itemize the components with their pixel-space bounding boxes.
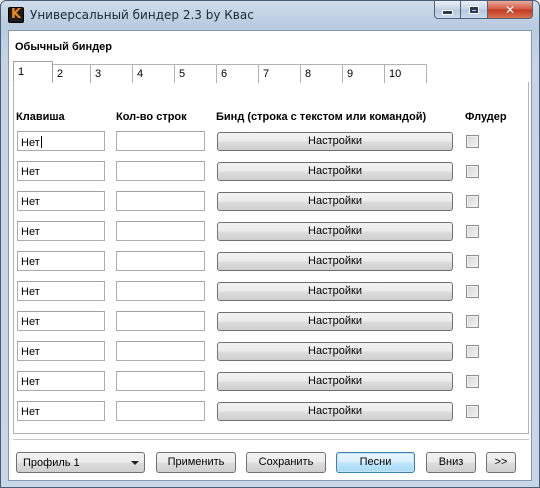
- line-count-field[interactable]: [116, 191, 205, 211]
- tab-10[interactable]: 10: [385, 64, 427, 83]
- line-count-field[interactable]: [116, 161, 205, 181]
- bind-row: Нет Настройки: [9, 371, 529, 393]
- bind-row: Нет Настройки: [9, 191, 529, 213]
- key-field[interactable]: Нет: [17, 161, 105, 181]
- close-icon: ✕: [504, 2, 516, 17]
- column-header-flooder: Флудер: [465, 111, 507, 123]
- bind-row: Нет Настройки: [9, 401, 529, 423]
- flooder-checkbox[interactable]: [466, 375, 479, 388]
- flooder-checkbox[interactable]: [466, 285, 479, 298]
- group-title: Обычный биндер: [15, 41, 113, 53]
- line-count-field[interactable]: [116, 371, 205, 391]
- close-button[interactable]: ✕: [488, 1, 533, 19]
- bind-row: Нет Настройки: [9, 251, 529, 273]
- line-count-field[interactable]: [116, 311, 205, 331]
- maximize-button[interactable]: [461, 1, 488, 19]
- key-field[interactable]: Нет: [17, 371, 105, 391]
- column-header-count: Кол-во строк: [116, 111, 187, 123]
- minimize-icon: [442, 9, 453, 15]
- settings-button[interactable]: Настройки: [217, 372, 453, 391]
- down-button[interactable]: Вниз: [426, 452, 476, 473]
- key-field[interactable]: Нет: [17, 131, 105, 151]
- profile-select[interactable]: Профиль 1: [16, 452, 145, 473]
- maximize-icon: [469, 5, 479, 14]
- flooder-checkbox[interactable]: [466, 345, 479, 358]
- tab-6[interactable]: 6: [217, 64, 259, 83]
- settings-button[interactable]: Настройки: [217, 192, 453, 211]
- tab-1[interactable]: 1: [13, 61, 53, 83]
- flooder-checkbox[interactable]: [466, 195, 479, 208]
- flooder-checkbox[interactable]: [466, 225, 479, 238]
- client-area: Обычный биндер 1 2 3 4 5 6 7 8 9 10 Клавиша Кол-в…: [8, 30, 532, 481]
- minimize-button[interactable]: [434, 1, 461, 19]
- bind-row: Нет Настройки: [9, 131, 529, 153]
- line-count-field[interactable]: [116, 401, 205, 421]
- key-field[interactable]: Нет: [17, 191, 105, 211]
- tab-5[interactable]: 5: [175, 64, 217, 83]
- tab-3[interactable]: 3: [91, 64, 133, 83]
- settings-button[interactable]: Настройки: [217, 312, 453, 331]
- column-header-key: Клавиша: [16, 111, 65, 123]
- app-window: K Универсальный биндер 2.3 by Квас ✕ Обы…: [0, 0, 540, 488]
- save-button[interactable]: Сохранить: [246, 452, 326, 473]
- bind-row: Нет Настройки: [9, 281, 529, 303]
- settings-button[interactable]: Настройки: [217, 342, 453, 361]
- line-count-field[interactable]: [116, 281, 205, 301]
- bottom-divider: [13, 439, 529, 440]
- tab-strip: 1 2 3 4 5 6 7 8 9 10: [13, 61, 427, 83]
- flooder-checkbox[interactable]: [466, 315, 479, 328]
- apply-button[interactable]: Применить: [156, 452, 236, 473]
- key-field[interactable]: Нет: [17, 281, 105, 301]
- flooder-checkbox[interactable]: [466, 405, 479, 418]
- chevron-down-icon: [131, 461, 139, 465]
- settings-button[interactable]: Настройки: [217, 252, 453, 271]
- bind-row: Нет Настройки: [9, 161, 529, 183]
- key-field[interactable]: Нет: [17, 341, 105, 361]
- line-count-field[interactable]: [116, 341, 205, 361]
- bind-row: Нет Настройки: [9, 311, 529, 333]
- key-field[interactable]: Нет: [17, 311, 105, 331]
- flooder-checkbox[interactable]: [466, 135, 479, 148]
- flooder-checkbox[interactable]: [466, 165, 479, 178]
- next-button[interactable]: >>: [486, 452, 516, 473]
- line-count-field[interactable]: [116, 131, 205, 151]
- settings-button[interactable]: Настройки: [217, 402, 453, 421]
- window-title: Универсальный биндер 2.3 by Квас: [30, 8, 254, 22]
- key-field[interactable]: Нет: [17, 251, 105, 271]
- songs-button[interactable]: Песни: [336, 452, 415, 473]
- bind-row: Нет Настройки: [9, 221, 529, 243]
- settings-button[interactable]: Настройки: [217, 162, 453, 181]
- bind-row: Нет Настройки: [9, 341, 529, 363]
- tab-8[interactable]: 8: [301, 64, 343, 83]
- settings-button[interactable]: Настройки: [217, 132, 453, 151]
- line-count-field[interactable]: [116, 221, 205, 241]
- settings-button[interactable]: Настройки: [217, 282, 453, 301]
- app-logo-icon: K: [8, 7, 24, 23]
- key-field[interactable]: Нет: [17, 401, 105, 421]
- tab-9[interactable]: 9: [343, 64, 385, 83]
- tab-4[interactable]: 4: [133, 64, 175, 83]
- tab-2[interactable]: 2: [53, 64, 91, 83]
- line-count-field[interactable]: [116, 251, 205, 271]
- profile-select-value: Профиль 1: [23, 457, 80, 469]
- flooder-checkbox[interactable]: [466, 255, 479, 268]
- column-header-bind: Бинд (строка с текстом или командой): [216, 111, 427, 123]
- tab-7[interactable]: 7: [259, 64, 301, 83]
- settings-button[interactable]: Настройки: [217, 222, 453, 241]
- key-field[interactable]: Нет: [17, 221, 105, 241]
- title-bar[interactable]: K Универсальный биндер 2.3 by Квас ✕: [1, 1, 539, 29]
